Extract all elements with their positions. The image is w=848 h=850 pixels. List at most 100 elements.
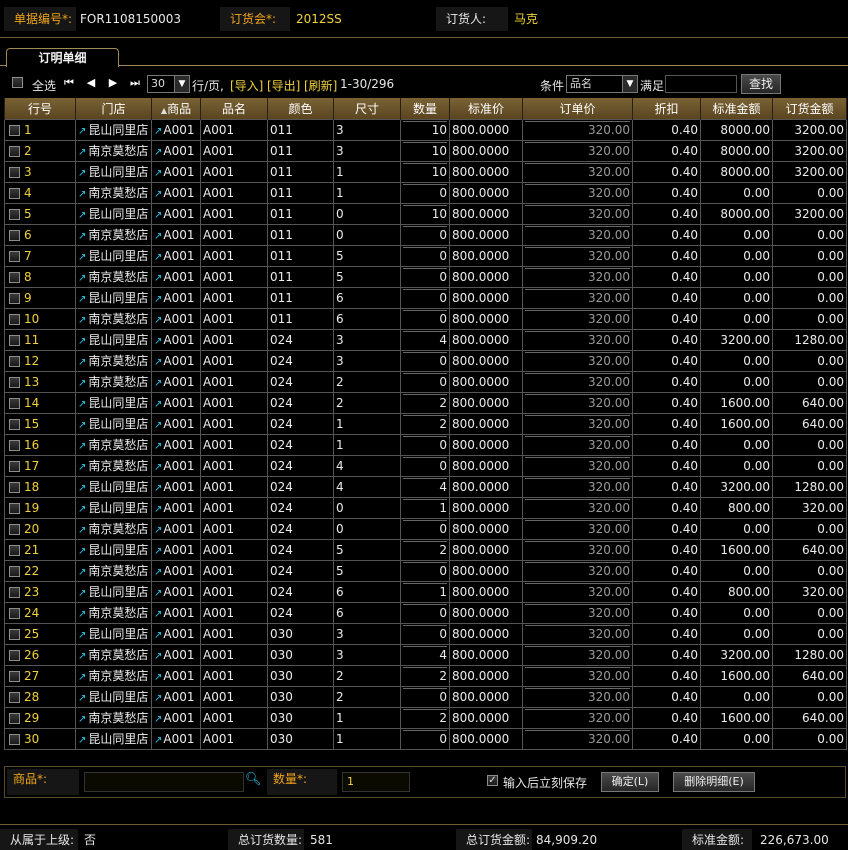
order-price-input[interactable]: 320.00 — [525, 289, 630, 306]
store-link-icon[interactable]: ↗ — [78, 525, 86, 536]
product-link-icon[interactable]: ↗ — [154, 252, 162, 263]
qty-cell[interactable]: 4 — [400, 328, 450, 351]
order-price-cell[interactable]: 320.00 — [522, 601, 633, 624]
condition-field-select[interactable]: 品名 ▼ — [566, 75, 638, 93]
qty-cell[interactable]: 10 — [400, 160, 450, 183]
table-row[interactable]: 16 ↗ 南京莫愁店 ↗A001 A001 024 1 0 800.0000 320.00 0.40… — [4, 433, 847, 456]
qty-cell[interactable]: 0 — [400, 622, 450, 645]
order-price-cell[interactable]: 320.00 — [522, 349, 633, 372]
row-checkbox[interactable] — [9, 271, 20, 283]
table-row[interactable]: 11 ↗ 昆山同里店 ↗A001 A001 024 3 4 800.0000 320.00 0.40… — [4, 328, 847, 351]
col-header-std-amount[interactable]: 标准金额 — [700, 98, 773, 119]
order-price-cell[interactable]: 320.00 — [522, 139, 633, 162]
row-checkbox[interactable] — [9, 523, 20, 535]
order-price-input[interactable]: 320.00 — [525, 562, 630, 579]
store-link-icon[interactable]: ↗ — [78, 609, 86, 620]
select-all-checkbox[interactable] — [12, 77, 23, 88]
product-link-icon[interactable]: ↗ — [154, 210, 162, 221]
qty-entry-input[interactable]: 1 — [342, 772, 410, 792]
store-link-icon[interactable]: ↗ — [78, 231, 86, 242]
table-row[interactable]: 2 ↗ 南京莫愁店 ↗A001 A001 011 3 10 800.0000 320.00 0.40… — [4, 139, 847, 162]
qty-cell[interactable]: 0 — [400, 244, 450, 267]
table-row[interactable]: 14 ↗ 昆山同里店 ↗A001 A001 024 2 2 800.0000 320.00 0.40… — [4, 391, 847, 414]
qty-input[interactable]: 2 — [403, 541, 447, 558]
order-price-input[interactable]: 320.00 — [525, 625, 630, 642]
qty-input[interactable]: 0 — [403, 226, 447, 243]
order-price-input[interactable]: 320.00 — [525, 457, 630, 474]
table-row[interactable]: 17 ↗ 南京莫愁店 ↗A001 A001 024 4 0 800.0000 320.00 0.40… — [4, 454, 847, 477]
refresh-link[interactable]: [刷新] — [304, 77, 337, 94]
store-link-icon[interactable]: ↗ — [78, 420, 86, 431]
product-link-icon[interactable]: ↗ — [154, 399, 162, 410]
col-header-order-amount[interactable]: 订货金额 — [772, 98, 847, 119]
col-header-product[interactable]: ▲商品 — [151, 98, 201, 119]
qty-cell[interactable]: 10 — [400, 118, 450, 141]
import-link[interactable]: [导入] — [230, 77, 263, 94]
table-row[interactable]: 22 ↗ 南京莫愁店 ↗A001 A001 024 5 0 800.0000 320.00 0.40… — [4, 559, 847, 582]
qty-cell[interactable]: 0 — [400, 727, 450, 750]
order-price-cell[interactable]: 320.00 — [522, 454, 633, 477]
order-price-cell[interactable]: 320.00 — [522, 286, 633, 309]
store-link-icon[interactable]: ↗ — [78, 630, 86, 641]
qty-input[interactable]: 0 — [403, 457, 447, 474]
qty-cell[interactable]: 0 — [400, 559, 450, 582]
row-checkbox[interactable] — [9, 607, 20, 619]
confirm-button[interactable]: 确定(L) — [601, 772, 659, 792]
qty-cell[interactable]: 4 — [400, 643, 450, 666]
qty-cell[interactable]: 0 — [400, 601, 450, 624]
qty-input[interactable]: 2 — [403, 667, 447, 684]
product-link-icon[interactable]: ↗ — [154, 357, 162, 368]
order-price-input[interactable]: 320.00 — [525, 478, 630, 495]
qty-cell[interactable]: 0 — [400, 454, 450, 477]
row-checkbox[interactable] — [9, 376, 20, 388]
qty-cell[interactable]: 0 — [400, 286, 450, 309]
order-price-cell[interactable]: 320.00 — [522, 181, 633, 204]
table-row[interactable]: 9 ↗ 昆山同里店 ↗A001 A001 011 6 0 800.0000 320.00 0.40 0… — [4, 286, 847, 309]
qty-input[interactable]: 10 — [403, 142, 447, 159]
row-checkbox[interactable] — [9, 670, 20, 682]
row-checkbox[interactable] — [9, 355, 20, 367]
row-checkbox[interactable] — [9, 313, 20, 325]
row-checkbox[interactable] — [9, 124, 20, 136]
delete-detail-button[interactable]: 删除明细(E) — [673, 772, 755, 792]
qty-input[interactable]: 0 — [403, 184, 447, 201]
order-price-cell[interactable]: 320.00 — [522, 412, 633, 435]
order-price-input[interactable]: 320.00 — [525, 667, 630, 684]
col-header-row-no[interactable]: 行号 — [4, 98, 76, 119]
qty-input[interactable]: 10 — [403, 163, 447, 180]
table-row[interactable]: 18 ↗ 昆山同里店 ↗A001 A001 024 4 4 800.0000 320.00 0.40… — [4, 475, 847, 498]
order-price-cell[interactable]: 320.00 — [522, 244, 633, 267]
qty-input[interactable]: 0 — [403, 373, 447, 390]
col-header-std-price[interactable]: 标准价 — [449, 98, 523, 119]
product-link-icon[interactable]: ↗ — [154, 462, 162, 473]
store-link-icon[interactable]: ↗ — [78, 357, 86, 368]
table-row[interactable]: 6 ↗ 南京莫愁店 ↗A001 A001 011 0 0 800.0000 320.00 0.40 0… — [4, 223, 847, 246]
qty-input[interactable]: 0 — [403, 436, 447, 453]
product-link-icon[interactable]: ↗ — [154, 714, 162, 725]
row-checkbox[interactable] — [9, 565, 20, 577]
order-price-input[interactable]: 320.00 — [525, 310, 630, 327]
qty-cell[interactable]: 2 — [400, 706, 450, 729]
product-link-icon[interactable]: ↗ — [154, 189, 162, 200]
product-link-icon[interactable]: ↗ — [154, 567, 162, 578]
page-size-select[interactable]: 30 ▼ — [147, 75, 190, 93]
export-link[interactable]: [导出] — [267, 77, 300, 94]
order-price-input[interactable]: 320.00 — [525, 121, 630, 138]
order-price-input[interactable]: 320.00 — [525, 394, 630, 411]
store-link-icon[interactable]: ↗ — [78, 714, 86, 725]
qty-input[interactable]: 0 — [403, 289, 447, 306]
product-link-icon[interactable]: ↗ — [154, 315, 162, 326]
order-price-cell[interactable]: 320.00 — [522, 202, 633, 225]
table-row[interactable]: 23 ↗ 昆山同里店 ↗A001 A001 024 6 1 800.0000 320.00 0.40… — [4, 580, 847, 603]
col-header-size[interactable]: 尺寸 — [333, 98, 401, 119]
store-link-icon[interactable]: ↗ — [78, 147, 86, 158]
qty-cell[interactable]: 0 — [400, 349, 450, 372]
qty-cell[interactable]: 10 — [400, 202, 450, 225]
qty-input[interactable]: 0 — [403, 352, 447, 369]
order-price-cell[interactable]: 320.00 — [522, 685, 633, 708]
row-checkbox[interactable] — [9, 586, 20, 598]
qty-input[interactable]: 1 — [403, 499, 447, 516]
store-link-icon[interactable]: ↗ — [78, 693, 86, 704]
order-price-input[interactable]: 320.00 — [525, 331, 630, 348]
order-price-input[interactable]: 320.00 — [525, 226, 630, 243]
